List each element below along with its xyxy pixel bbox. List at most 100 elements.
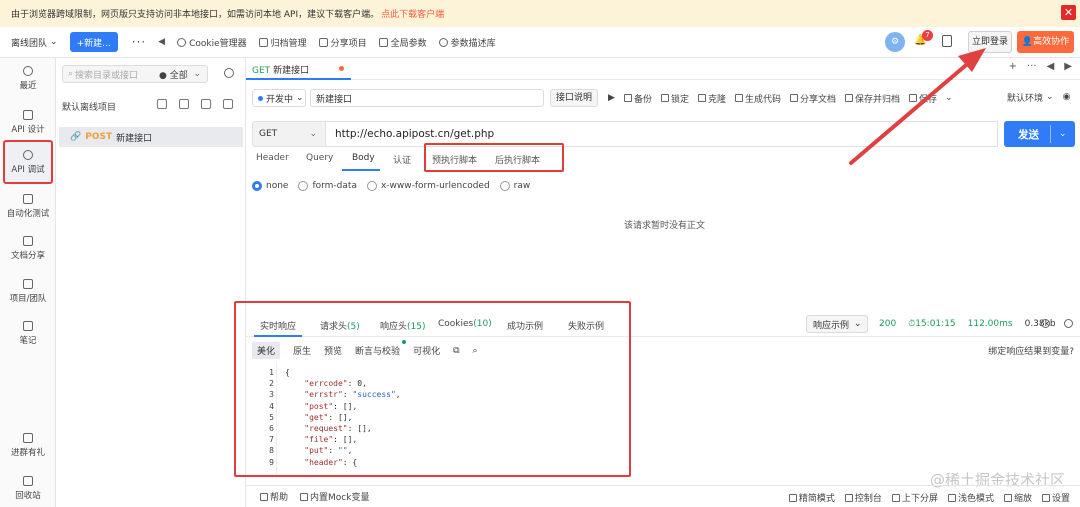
share-doc-button[interactable]: 分享文档 <box>790 92 836 105</box>
mock-vars-button[interactable]: 内置Mock变量 <box>300 490 369 503</box>
chevron-down-icon: ⌄ <box>193 69 201 79</box>
param-library-button[interactable]: 参数描述库 <box>438 36 496 49</box>
chevron-down-icon[interactable]: ⌄ <box>1059 129 1067 139</box>
global-icon <box>378 37 388 47</box>
locate-icon[interactable] <box>224 68 234 78</box>
light-mode-button[interactable]: 浅色模式 <box>947 491 994 504</box>
tab-prev-button[interactable]: ◀ <box>1047 61 1055 72</box>
radio-form-data[interactable]: form-data <box>298 181 357 191</box>
rail-item-recycle[interactable]: 回收站 <box>0 476 56 501</box>
save-button[interactable]: 保存 ⌄ <box>909 92 953 105</box>
share-project-button[interactable]: 分享项目 <box>318 36 367 49</box>
api-meta-row: 开发中 ⌄ 接口说明 ▶ 备份 锁定 克隆 生成代码 分享文档 保存并归档 保存… <box>252 88 1072 108</box>
collab-button[interactable]: 👤高效协作 <box>1017 31 1074 53</box>
lock-icon <box>660 94 669 102</box>
cookie-manager-button[interactable]: Cookie管理器 <box>177 36 247 49</box>
radio-checked-icon <box>252 181 262 191</box>
login-button[interactable]: 立即登录 <box>968 31 1012 53</box>
help-button[interactable]: 帮助 <box>260 490 288 503</box>
rail-item-automation[interactable]: 自动化测试 <box>0 194 56 219</box>
api-name-input[interactable] <box>310 89 544 107</box>
back-icon[interactable]: ◀ <box>158 37 165 47</box>
environment-select[interactable]: 默认环境 ⌄ ◉ <box>1007 88 1070 106</box>
split-icon <box>891 493 900 502</box>
url-row: GET ⌄ 发送 ⌄ <box>252 121 1075 147</box>
main-area: GET新建接口 + ··· ◀ ▶ 开发中 ⌄ 接口说明 ▶ 备份 锁定 克隆 … <box>234 58 1080 507</box>
eye-icon[interactable]: ◉ <box>1063 92 1071 102</box>
automation-icon <box>23 194 33 204</box>
tab-header[interactable]: Header <box>256 153 289 163</box>
rail-item-api-design[interactable]: API 设计 <box>0 110 56 135</box>
radio-none[interactable]: none <box>252 181 288 191</box>
globe-icon[interactable] <box>1041 319 1050 328</box>
library-icon <box>438 37 448 47</box>
settings-button[interactable]: 设置 <box>1041 491 1070 504</box>
api-actions: ▶ 备份 锁定 克隆 生成代码 分享文档 保存并归档 保存 ⌄ <box>608 92 953 105</box>
tab-next-button[interactable]: ▶ <box>1064 61 1072 72</box>
unsaved-dot-icon <box>339 66 344 71</box>
notification-badge: 7 <box>922 30 933 41</box>
tab-query[interactable]: Query <box>306 153 333 163</box>
response-example-select[interactable]: 响应示例 ⌄ <box>806 315 868 333</box>
backup-icon <box>623 94 632 102</box>
rail-item-api-debug[interactable]: API 调试 <box>3 140 53 184</box>
save-archive-button[interactable]: 保存并归档 <box>845 92 900 105</box>
expand-icon[interactable] <box>1064 319 1073 328</box>
avatar[interactable]: ⚙ <box>885 32 905 52</box>
api-description-button[interactable]: 接口说明 <box>550 89 599 107</box>
archive-icon <box>258 37 268 47</box>
more-icon[interactable]: ··· <box>132 35 146 49</box>
rail-item-recent[interactable]: 最近 <box>0 66 56 91</box>
document-icon[interactable] <box>942 35 952 47</box>
new-button[interactable]: +新建... <box>69 32 118 52</box>
radio-urlencoded[interactable]: x-www-form-urlencoded <box>366 181 490 191</box>
clone-button[interactable]: 克隆 <box>697 92 726 105</box>
rail-item-project-team[interactable]: 项目/团队 <box>0 279 56 304</box>
rail-item-notes[interactable]: 笔记 <box>0 321 56 346</box>
tab-title: 新建接口 <box>273 66 310 76</box>
backup-button[interactable]: 备份 <box>623 92 652 105</box>
tab-auth[interactable]: 认证 <box>393 153 411 166</box>
annotation-box-scripts <box>424 143 564 172</box>
method-select[interactable]: GET ⌄ <box>252 121 326 147</box>
download-icon[interactable] <box>201 99 211 109</box>
split-screen-button[interactable]: 上下分屏 <box>891 491 938 504</box>
folder-icon[interactable] <box>179 99 189 109</box>
filter-select[interactable]: ● 全部 <box>159 68 188 81</box>
tab-more-button[interactable]: ··· <box>1027 61 1037 72</box>
close-icon[interactable]: ✕ <box>1061 5 1076 20</box>
send-button[interactable]: 发送 ⌄ <box>1004 121 1075 147</box>
generate-code-button[interactable]: 生成代码 <box>734 92 781 105</box>
archive-manager-button[interactable]: 归档管理 <box>258 36 307 49</box>
chevron-down-icon: ⌄ <box>296 93 304 103</box>
archive-icon <box>845 94 854 102</box>
tree-search-input[interactable]: ⌕ 搜索目录或接口 ● 全部 ⌄ <box>62 65 208 83</box>
tab-body[interactable]: Body <box>352 153 375 163</box>
console-button[interactable]: 控制台 <box>844 491 882 504</box>
global-params-button[interactable]: 全局参数 <box>378 36 427 49</box>
send-divider <box>1050 125 1051 143</box>
compact-mode-button[interactable]: 精简模式 <box>788 491 835 504</box>
status-dot-icon <box>258 95 263 101</box>
rail-item-doc-share[interactable]: 文档分享 <box>0 236 56 261</box>
chevron-down-icon: ⌄ <box>309 129 317 139</box>
zoom-button[interactable]: 缩放 <box>1003 491 1032 504</box>
lock-button[interactable]: 锁定 <box>660 92 689 105</box>
left-rail: 最近 API 设计 API 调试 自动化测试 文档分享 项目/团队 笔记 进群有… <box>0 58 56 507</box>
team-name: 离线团队 <box>11 38 48 49</box>
sort-icon[interactable] <box>223 99 233 109</box>
download-client-link[interactable]: 点此下载客户端 <box>381 7 444 20</box>
run-button[interactable]: ▶ <box>608 93 615 103</box>
add-tab-button[interactable]: + <box>1009 61 1017 72</box>
request-tabs: Header Query Body 认证 预执行脚本 后执行脚本 <box>246 148 1080 172</box>
team-selector[interactable]: 离线团队 ⌄ <box>11 36 58 49</box>
tree-item-new-api[interactable]: 🔗 POST 新建接口 <box>59 127 243 147</box>
radio-raw[interactable]: raw <box>499 181 530 191</box>
status-select[interactable]: 开发中 ⌄ <box>252 89 306 107</box>
share-icon[interactable] <box>157 99 167 109</box>
tab-new-api[interactable]: GET 新建接口 <box>252 63 309 76</box>
rail-item-join-group[interactable]: 进群有礼 <box>0 433 56 458</box>
status-code: 200 <box>879 319 897 329</box>
project-icon <box>23 279 33 289</box>
bind-response-variable[interactable]: 绑定响应结果到变量? <box>988 344 1074 357</box>
